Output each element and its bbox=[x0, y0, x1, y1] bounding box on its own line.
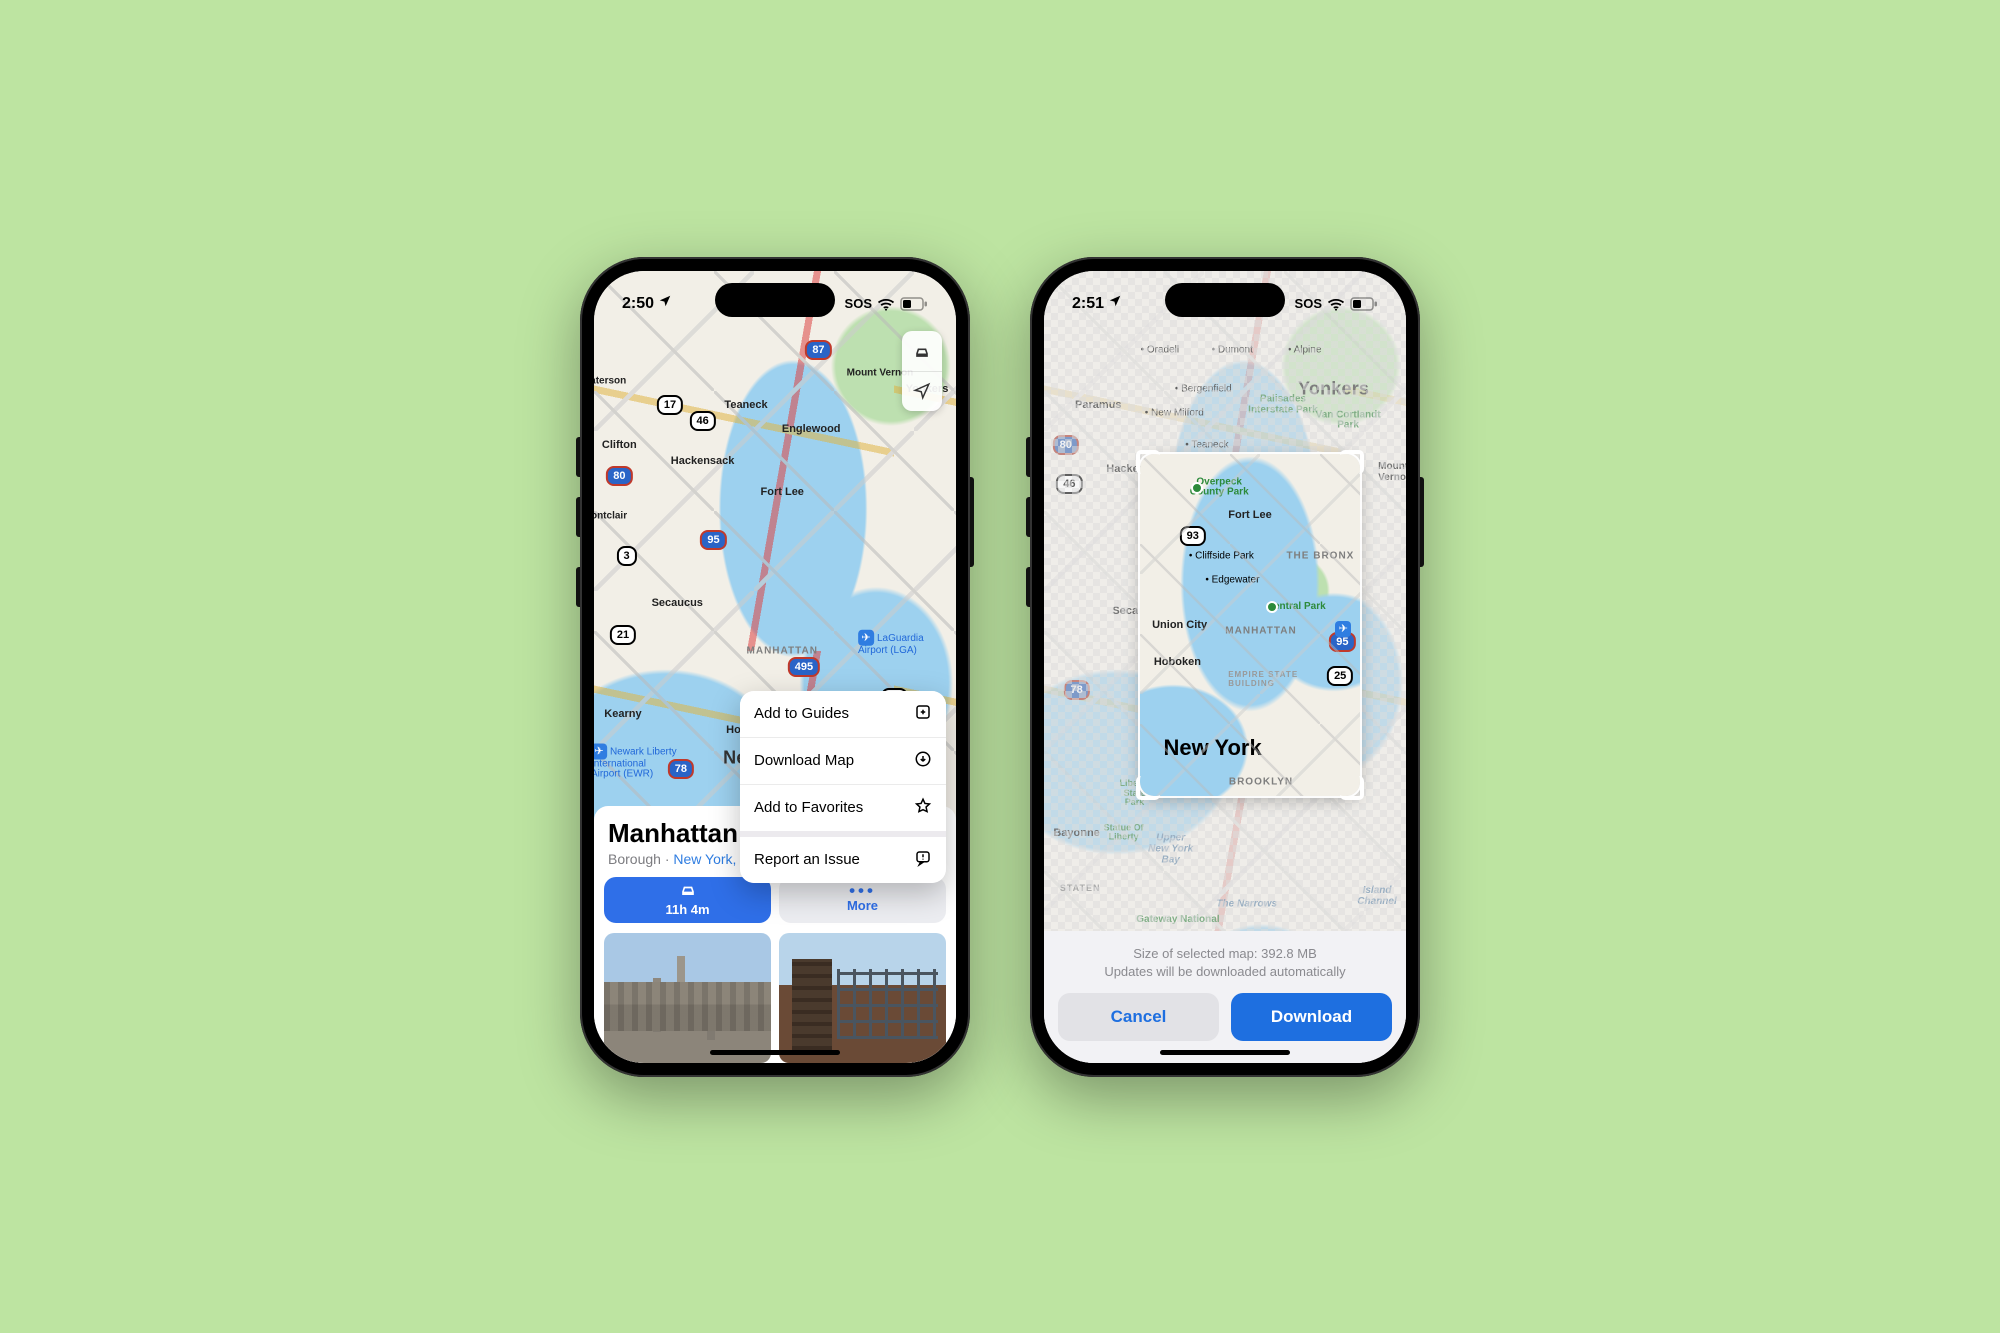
map-shield-i95: 95 bbox=[700, 530, 726, 550]
ellipsis-icon: ••• bbox=[849, 886, 876, 896]
map-label-paterson: Paterson bbox=[594, 376, 626, 387]
status-time: 2:51 bbox=[1072, 295, 1104, 313]
status-sos: SOS bbox=[1295, 296, 1322, 311]
car-icon bbox=[678, 883, 698, 900]
screen-left: 2:50 SOS MANHATTAN New York Hoboken bbox=[594, 271, 956, 1063]
location-services-icon bbox=[1108, 294, 1122, 313]
map-label-teaneck: Teaneck bbox=[724, 399, 767, 411]
map-label-fortlee: Fort Lee bbox=[761, 486, 804, 498]
map-shield-3: 3 bbox=[617, 546, 637, 566]
add-to-guides-icon bbox=[914, 703, 932, 725]
more-label: More bbox=[847, 898, 878, 913]
popover-label: Report an Issue bbox=[754, 851, 860, 868]
popover-label: Download Map bbox=[754, 752, 854, 769]
map-controls bbox=[902, 331, 942, 411]
download-sheet: Size of selected map: 392.8 MB Updates w… bbox=[1044, 931, 1406, 1062]
more-button[interactable]: ••• More bbox=[779, 877, 946, 923]
map-airport-ewr: Newark Liberty International Airport (EW… bbox=[594, 743, 677, 780]
map-label-manhattan: MANHATTAN bbox=[747, 645, 818, 656]
selection-handle-tl[interactable] bbox=[1136, 450, 1160, 474]
map-label-montclair: Montclair bbox=[594, 511, 627, 522]
popover-label: Add to Favorites bbox=[754, 799, 863, 816]
download-updates-line: Updates will be downloaded automatically bbox=[1058, 963, 1392, 981]
download-label: Download bbox=[1271, 1007, 1352, 1027]
locate-button[interactable] bbox=[902, 371, 942, 411]
more-popover: Add to Guides Download Map Add to Favori… bbox=[740, 691, 946, 883]
popover-add-to-guides[interactable]: Add to Guides bbox=[740, 691, 946, 737]
place-photo-skyline[interactable] bbox=[604, 933, 771, 1063]
cancel-label: Cancel bbox=[1111, 1007, 1167, 1027]
phone-frame-left: 2:50 SOS MANHATTAN New York Hoboken bbox=[580, 257, 970, 1077]
map-label-kearny: Kearny bbox=[604, 708, 641, 720]
place-photo-bridge[interactable] bbox=[779, 933, 946, 1063]
popover-add-to-favorites[interactable]: Add to Favorites bbox=[740, 784, 946, 831]
home-indicator[interactable] bbox=[1160, 1050, 1290, 1055]
selection-handle-br[interactable] bbox=[1340, 776, 1364, 800]
home-indicator[interactable] bbox=[710, 1050, 840, 1055]
dynamic-island bbox=[715, 283, 835, 317]
report-issue-icon bbox=[914, 849, 932, 871]
map-shield-i87: 87 bbox=[805, 340, 831, 360]
map-label-clifton: Clifton bbox=[602, 439, 637, 451]
download-selection[interactable]: Fort Lee Cliffside Park Edgewater Union … bbox=[1140, 454, 1360, 796]
download-button[interactable]: Download bbox=[1231, 993, 1392, 1041]
popover-label: Add to Guides bbox=[754, 705, 849, 722]
directions-button[interactable]: 11h 4m bbox=[604, 877, 771, 923]
map-label-hackensack: Hackensack bbox=[671, 455, 735, 467]
map-mode-button[interactable] bbox=[902, 331, 942, 371]
battery-icon bbox=[1350, 297, 1378, 311]
place-sub-prefix: Borough · bbox=[608, 851, 673, 867]
map-shield-i80: 80 bbox=[606, 466, 632, 486]
selection-handle-bl[interactable] bbox=[1136, 776, 1160, 800]
map-label-englewood: Englewood bbox=[782, 423, 841, 435]
popover-report-issue[interactable]: Report an Issue bbox=[740, 831, 946, 883]
cancel-button[interactable]: Cancel bbox=[1058, 993, 1219, 1041]
map-shield-i78: 78 bbox=[668, 759, 694, 779]
map-shield-46: 46 bbox=[689, 411, 715, 431]
map-shield-21: 21 bbox=[610, 625, 636, 645]
star-icon bbox=[914, 797, 932, 819]
battery-icon bbox=[900, 297, 928, 311]
phone-frame-right: 2:51 SOS Yonkers Mount Vernon Paramus bbox=[1030, 257, 1420, 1077]
screen-right: 2:51 SOS Yonkers Mount Vernon Paramus bbox=[1044, 271, 1406, 1063]
dynamic-island bbox=[1165, 283, 1285, 317]
location-services-icon bbox=[658, 294, 672, 313]
map-airport-lga: LaGuardia Airport (LGA) bbox=[858, 629, 924, 656]
download-info: Size of selected map: 392.8 MB Updates w… bbox=[1058, 945, 1392, 980]
download-size-line: Size of selected map: 392.8 MB bbox=[1058, 945, 1392, 963]
status-sos: SOS bbox=[845, 296, 872, 311]
popover-download-map[interactable]: Download Map bbox=[740, 737, 946, 784]
place-photos[interactable] bbox=[604, 933, 946, 1063]
map-label-secaucus: Secaucus bbox=[652, 597, 703, 609]
download-icon bbox=[914, 750, 932, 772]
map-shield-i495: 495 bbox=[788, 657, 820, 677]
selection-handle-tr[interactable] bbox=[1340, 450, 1364, 474]
wifi-icon bbox=[877, 297, 895, 311]
status-time: 2:50 bbox=[622, 295, 654, 313]
map-shield-17: 17 bbox=[657, 395, 683, 415]
wifi-icon bbox=[1327, 297, 1345, 311]
directions-duration: 11h 4m bbox=[665, 902, 709, 917]
